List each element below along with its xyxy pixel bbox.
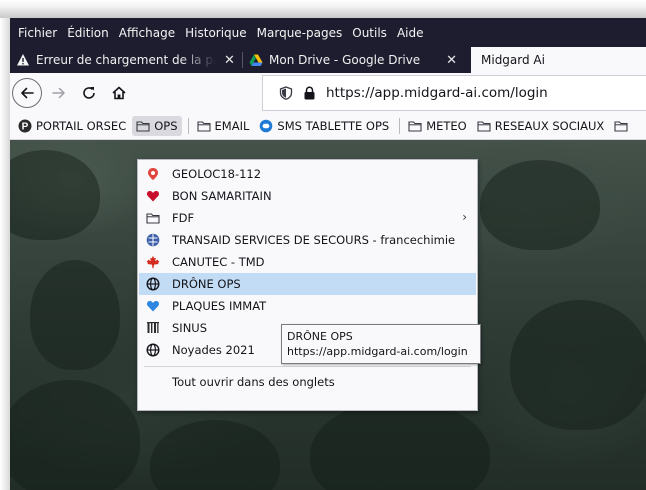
forward-button[interactable] [44, 78, 74, 108]
bookmark-sms-tablette-ops[interactable]: SMS TABLETTE OPS [255, 116, 393, 136]
menu-item-canutec[interactable]: CANUTEC - TMD [138, 251, 477, 273]
bookmark-folder-email[interactable]: EMAIL [193, 116, 254, 136]
home-icon [112, 86, 126, 100]
menu-affichage[interactable]: Affichage [114, 26, 180, 40]
menu-historique[interactable]: Historique [180, 26, 252, 40]
warning-icon [17, 54, 29, 66]
reload-icon [83, 87, 95, 99]
menu-marque-pages[interactable]: Marque-pages [252, 26, 348, 40]
tree-shape [150, 420, 280, 490]
bookmark-tooltip: DRÔNE OPS https://app.midgard-ai.com/log… [281, 324, 481, 364]
window-shadow-top [0, 0, 646, 18]
bookmark-folder-meteo[interactable]: METEO [404, 116, 471, 136]
folder-icon [146, 213, 160, 224]
menu-item-transaid[interactable]: TRANSAID SERVICES DE SECOURS - francechi… [138, 229, 477, 251]
geoloc-icon [148, 168, 158, 180]
bookmark-label: SMS TABLETTE OPS [277, 119, 390, 133]
bookmarks-toolbar: P PORTAIL ORSEC OPS EMAIL SMS TABLETTE O… [10, 113, 646, 140]
tree-shape [10, 380, 140, 490]
home-button[interactable] [104, 78, 134, 108]
tab-title: Midgard Ai [481, 53, 545, 67]
tree-shape [480, 160, 600, 250]
menu-item-label: DRÔNE OPS [172, 277, 241, 291]
tab-google-drive[interactable]: Mon Drive - Google Drive ✕ [243, 47, 471, 73]
bookmark-label: EMAIL [214, 119, 250, 133]
folder-icon [614, 121, 628, 132]
sms-icon [260, 119, 273, 133]
tab-error-page[interactable]: Erreur de chargement de la page ✕ [10, 47, 242, 73]
sinus-icon [147, 322, 159, 333]
tree-shape [310, 400, 490, 490]
chevron-right-icon: › [462, 210, 467, 224]
heart-red-icon [146, 191, 160, 202]
tab-bar: Erreur de chargement de la page ✕ Mon Dr… [10, 47, 646, 73]
url-bar[interactable]: https://app.midgard-ai.com/login [262, 75, 646, 111]
menu-item-label: PLAQUES IMMAT [172, 299, 267, 313]
heart-blue-icon [146, 301, 160, 312]
folder-icon [408, 121, 422, 132]
menu-fichier[interactable]: Fichier [13, 26, 62, 40]
globe-icon [146, 343, 160, 357]
tree-shape [10, 150, 100, 240]
folder-icon [136, 121, 150, 132]
globe-icon [146, 277, 160, 291]
tab-midgard-ai[interactable]: Midgard Ai [471, 47, 646, 73]
menu-item-label: SINUS [172, 321, 208, 335]
reload-button[interactable] [74, 78, 104, 108]
bookmark-folder-reseaux-sociaux[interactable]: RESEAUX SOCIAUX [473, 116, 609, 136]
menu-item-label: GEOLOC18-112 [172, 167, 262, 181]
google-drive-icon [249, 54, 263, 66]
menu-edition[interactable]: Édition [62, 26, 114, 40]
tab-close-button[interactable]: ✕ [224, 53, 235, 68]
bookmark-folder-partial[interactable] [610, 116, 636, 136]
menu-item-drone-ops[interactable]: DRÔNE OPS [139, 273, 476, 295]
window-shadow-left [0, 18, 10, 490]
menu-aide[interactable]: Aide [392, 26, 429, 40]
bookmark-label: OPS [154, 119, 178, 133]
browser-window: Fichier Édition Affichage Historique Mar… [10, 18, 646, 490]
bookmark-portail-orsec[interactable]: P PORTAIL ORSEC [14, 116, 130, 136]
tab-close-button[interactable]: ✕ [446, 53, 457, 68]
menu-item-plaques-immat[interactable]: PLAQUES IMMAT [138, 295, 477, 317]
bookmark-label: METEO [426, 119, 467, 133]
tooltip-url: https://app.midgard-ai.com/login [287, 345, 468, 358]
tab-title: Mon Drive - Google Drive [269, 53, 421, 67]
bookmark-folder-ops[interactable]: OPS [132, 116, 182, 136]
menu-separator [144, 366, 471, 367]
tree-shape [30, 260, 120, 370]
menu-item-fdf[interactable]: FDF › [138, 207, 477, 229]
menu-item-label: CANUTEC - TMD [172, 255, 265, 269]
menu-item-label: Noyades 2021 [172, 343, 255, 357]
maple-leaf-icon [146, 255, 160, 269]
menu-item-geoloc[interactable]: GEOLOC18-112 [138, 163, 477, 185]
bookmark-label: PORTAIL ORSEC [36, 119, 127, 133]
tab-title: Erreur de chargement de la page [36, 53, 216, 67]
menu-item-bon-samaritain[interactable]: BON SAMARITAIN [138, 185, 477, 207]
bookmark-folder-menu: GEOLOC18-112 BON SAMARITAIN FDF › TRANSA… [137, 159, 478, 411]
portail-p-icon: P [18, 119, 32, 133]
tree-shape [510, 300, 646, 430]
menu-item-label: TRANSAID SERVICES DE SECOURS - francechi… [172, 233, 456, 247]
folder-icon [196, 121, 211, 132]
menu-item-label: Tout ouvrir dans des onglets [172, 375, 335, 389]
bookmark-separator [187, 118, 189, 134]
folder-icon [477, 121, 491, 132]
tracking-shield-icon[interactable] [279, 86, 293, 100]
back-button[interactable] [12, 78, 42, 108]
menu-outils[interactable]: Outils [347, 26, 392, 40]
navigation-bar: https://app.midgard-ai.com/login [10, 73, 646, 113]
url-text: https://app.midgard-ai.com/login [326, 85, 548, 101]
menu-bar: Fichier Édition Affichage Historique Mar… [10, 18, 646, 47]
svg-text:P: P [22, 122, 29, 133]
arrow-left-icon [21, 87, 34, 99]
menu-item-label: FDF [172, 211, 195, 225]
menu-item-open-all-in-tabs[interactable]: Tout ouvrir dans des onglets [138, 371, 477, 393]
tooltip-title: DRÔNE OPS [287, 330, 353, 343]
arrow-right-icon [52, 87, 65, 99]
lock-icon[interactable] [303, 86, 316, 100]
transaid-icon [146, 233, 160, 247]
menu-item-label: BON SAMARITAIN [172, 189, 272, 203]
bookmark-label: RESEAUX SOCIAUX [494, 119, 605, 133]
bookmark-separator [399, 118, 401, 134]
